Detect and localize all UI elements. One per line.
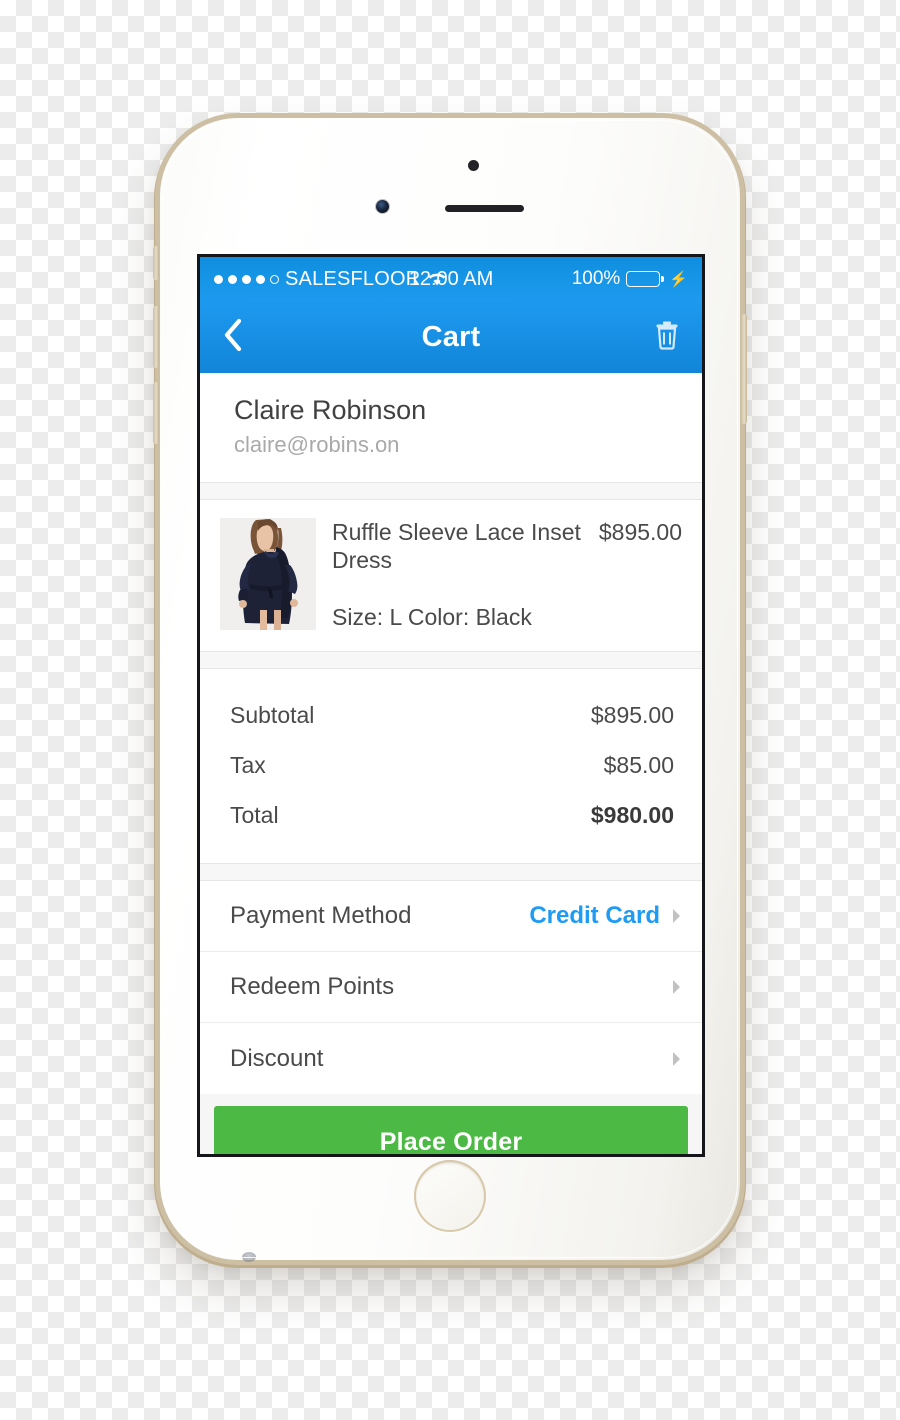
cart-content: Claire Robinson claire@robins.on Ruffle … (200, 373, 702, 1154)
wifi-icon (427, 271, 447, 287)
place-order-container: Place Order (200, 1094, 702, 1154)
power-button[interactable] (741, 314, 747, 424)
option-row-discount[interactable]: Discount (200, 1023, 702, 1094)
back-button[interactable] (222, 317, 244, 358)
discount-label: Discount (230, 1044, 324, 1072)
total-row-tax: Tax $85.00 (230, 741, 674, 791)
chevron-right-icon (670, 907, 682, 925)
customer-name: Claire Robinson (234, 395, 427, 425)
phone-screen: SALESFLOOR 12:00 AM 100% ⚡ Cart Claire R… (197, 254, 705, 1157)
trash-icon (654, 320, 680, 355)
signal-dot (214, 274, 223, 284)
home-button[interactable] (414, 1160, 486, 1232)
total-label: Total (230, 802, 279, 829)
model-wearing-navy-dress-illustration (220, 518, 316, 630)
bottom-microphone (242, 1252, 256, 1262)
product-price: $895.00 (598, 519, 682, 545)
carrier-label: SALESFLOOR (285, 267, 421, 290)
total-row-total: Total $980.00 (230, 791, 674, 841)
customer-section: Claire Robinson claire@robins.on (200, 373, 702, 482)
delete-cart-button[interactable] (654, 320, 680, 355)
option-row-redeem-points[interactable]: Redeem Points (200, 952, 702, 1024)
chevron-right-icon (670, 1050, 682, 1068)
section-divider (200, 651, 702, 670)
place-order-button[interactable]: Place Order (214, 1106, 688, 1154)
product-details: Ruffle Sleeve Lace Inset Dress $895.00 S… (332, 518, 682, 631)
payment-method-value: Credit Card (529, 902, 660, 930)
volume-up-button[interactable] (153, 306, 159, 368)
redeem-points-label: Redeem Points (230, 973, 395, 1001)
signal-dot-empty (270, 274, 279, 284)
options-section: Payment Method Credit Card Redeem Points… (200, 881, 702, 1095)
charging-bolt-icon: ⚡ (669, 271, 688, 288)
customer-email: claire@robins.on (234, 432, 400, 457)
chevron-left-icon (222, 317, 244, 358)
proximity-sensor (468, 160, 479, 171)
subtotal-label: Subtotal (230, 702, 315, 729)
status-bar: SALESFLOOR 12:00 AM 100% ⚡ (200, 257, 702, 301)
product-variant: Size: L Color: Black (332, 604, 532, 631)
total-amount: $980.00 (590, 802, 674, 829)
product-name: Ruffle Sleeve Lace Inset Dress (332, 519, 581, 574)
earpiece-speaker (445, 205, 524, 212)
cart-line-item[interactable]: Ruffle Sleeve Lace Inset Dress $895.00 S… (200, 500, 702, 652)
signal-dot (242, 274, 251, 284)
status-bar-left: SALESFLOOR (214, 268, 447, 291)
customer-card[interactable]: Claire Robinson claire@robins.on (200, 373, 702, 482)
iphone-device-mockup: SALESFLOOR 12:00 AM 100% ⚡ Cart Claire R… (153, 118, 747, 1262)
product-title-row: Ruffle Sleeve Lace Inset Dress $895.00 (332, 518, 682, 574)
battery-percent-label: 100% (571, 268, 621, 289)
navigation-bar: Cart (200, 301, 702, 373)
chevron-right-icon (670, 978, 682, 996)
tax-amount: $85.00 (603, 752, 674, 779)
totals-section: Subtotal $895.00 Tax $85.00 Total $980.0… (200, 669, 702, 863)
signal-strength-icon (214, 274, 279, 284)
option-row-payment-method[interactable]: Payment Method Credit Card (200, 881, 702, 953)
total-row-subtotal: Subtotal $895.00 (230, 691, 674, 741)
front-camera-icon (376, 200, 389, 213)
mute-switch[interactable] (153, 246, 159, 280)
tax-label: Tax (230, 752, 266, 779)
product-thumbnail (220, 518, 316, 630)
status-bar-right: 100% ⚡ (572, 268, 688, 290)
signal-dot (228, 274, 237, 284)
product-row: Ruffle Sleeve Lace Inset Dress $895.00 S… (200, 500, 702, 651)
subtotal-amount: $895.00 (590, 702, 674, 729)
order-totals-card: Subtotal $895.00 Tax $85.00 Total $980.0… (200, 669, 702, 864)
section-divider (200, 863, 702, 882)
battery-icon (626, 271, 665, 287)
volume-down-button[interactable] (153, 382, 159, 444)
payment-method-label: Payment Method (230, 902, 412, 930)
page-title: Cart (421, 320, 481, 353)
section-divider (200, 482, 702, 500)
signal-dot (256, 274, 265, 284)
